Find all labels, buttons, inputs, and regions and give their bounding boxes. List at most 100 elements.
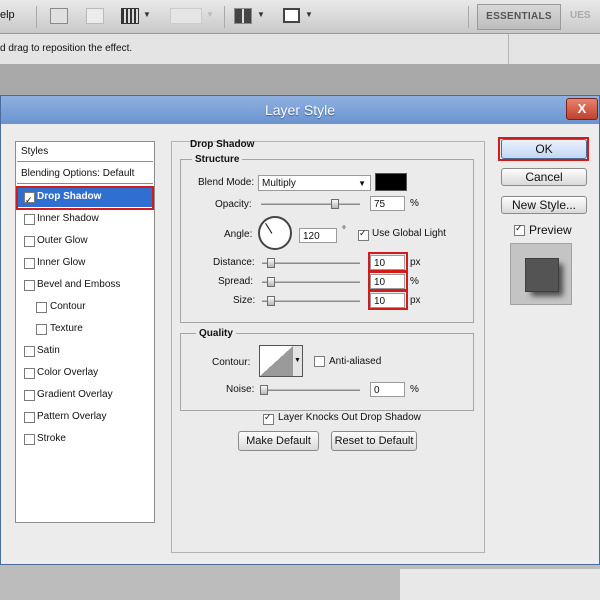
chevron-down-icon: ▼ [358,179,366,188]
contour-label: Contour: [212,357,251,368]
knocks-out-checkbox[interactable] [263,412,274,425]
spread-slider[interactable] [262,281,360,283]
mini-bridge-icon[interactable] [86,8,104,24]
bevel-emboss-checkbox[interactable] [24,280,35,291]
quality-group [180,333,474,411]
satin-checkbox[interactable] [24,346,35,357]
zoom-level-icon[interactable] [170,8,202,24]
chevron-down-icon[interactable]: ▼ [257,10,265,19]
arrange-documents-icon[interactable] [234,8,252,24]
distance-unit: px [410,257,421,268]
style-preview-thumbnail [510,243,572,305]
styles-item-inner-glow[interactable]: Inner Glow [17,253,153,273]
noise-label: Noise: [226,384,255,395]
size-label: Size: [233,295,256,306]
noise-slider[interactable] [262,389,360,391]
blend-mode-value: Multiply [262,178,296,189]
distance-slider-knob[interactable] [267,258,275,268]
inner-shadow-checkbox[interactable] [24,214,35,225]
preview-checkbox[interactable] [514,223,525,236]
launch-bridge-icon[interactable] [50,8,68,24]
color-overlay-checkbox[interactable] [24,368,35,379]
reset-to-default-button[interactable]: Reset to Default [331,431,417,451]
styles-item-stroke[interactable]: Stroke [17,429,153,449]
use-global-light-label: Use Global Light [372,228,446,239]
contour-checkbox[interactable] [36,302,47,313]
styles-item-gradient-overlay[interactable]: Gradient Overlay [17,385,153,405]
options-bar: d drag to reposition the effect. [0,34,600,65]
toolbar-divider [36,6,37,28]
size-slider[interactable] [262,300,360,302]
noise-input[interactable]: 0 [370,382,405,397]
styles-item-pattern-overlay[interactable]: Pattern Overlay [17,407,153,427]
outer-glow-checkbox[interactable] [24,236,35,247]
stroke-checkbox[interactable] [24,434,35,445]
dialog-title-bar[interactable]: Layer Style X [1,96,599,124]
spread-label: Spread: [218,276,254,287]
dialog-title: Layer Style [264,102,336,118]
angle-input[interactable]: 120 [299,228,337,243]
styles-item-label: Inner Glow [37,257,86,268]
section-title: Drop Shadow [190,139,255,150]
size-slider-knob[interactable] [267,296,275,306]
workspace-background [0,65,600,97]
toolbar-divider [224,6,225,28]
chevron-down-icon[interactable]: ▼ [305,10,313,19]
styles-item-label: Outer Glow [37,235,88,246]
chevron-down-icon[interactable]: ▼ [143,10,151,19]
chevron-down-icon[interactable]: ▼ [293,345,303,377]
styles-item-inner-shadow[interactable]: Inner Shadow [17,209,153,229]
structure-title: Structure [192,154,243,165]
workspace-next-button[interactable]: UES [570,4,591,28]
styles-item-bevel-emboss[interactable]: Bevel and Emboss [17,275,153,295]
contour-preview[interactable] [259,345,294,377]
styles-item-color-overlay[interactable]: Color Overlay [17,363,153,383]
workspace-essentials-button[interactable]: ESSENTIALS [477,4,561,30]
opacity-label: Opacity: [215,199,252,210]
styles-item-label: Stroke [37,433,66,444]
opacity-input[interactable]: 75 [370,196,405,211]
angle-label: Angle: [224,229,253,240]
distance-slider[interactable] [262,262,360,264]
styles-item-label: Gradient Overlay [37,389,113,400]
preview-square [525,258,559,292]
distance-label: Distance: [213,257,255,268]
use-global-light-checkbox[interactable] [358,228,369,241]
close-button[interactable]: X [566,98,598,120]
knocks-out-label: Layer Knocks Out Drop Shadow [278,412,421,423]
angle-dial[interactable] [258,216,292,250]
styles-header[interactable]: Styles [17,142,153,162]
view-extras-icon[interactable] [121,8,139,24]
styles-item-label: Bevel and Emboss [37,279,121,290]
spread-unit: % [410,276,419,287]
noise-slider-knob[interactable] [260,385,268,395]
blend-mode-select[interactable]: Multiply ▼ [258,175,371,191]
cancel-button[interactable]: Cancel [501,168,587,186]
anti-aliased-checkbox[interactable] [314,356,325,367]
styles-item-outer-glow[interactable]: Outer Glow [17,231,153,251]
help-menu[interactable]: elp [0,9,15,21]
make-default-button[interactable]: Make Default [238,431,319,451]
opacity-slider[interactable] [261,203,360,205]
anti-aliased-label: Anti-aliased [329,356,382,367]
options-divider [508,34,509,64]
gradient-overlay-checkbox[interactable] [24,390,35,401]
texture-checkbox[interactable] [36,324,47,335]
preview-label: Preview [529,223,572,237]
size-unit: px [410,295,421,306]
shadow-color-swatch[interactable] [375,173,407,191]
styles-item-label: Color Overlay [37,367,99,378]
pattern-overlay-checkbox[interactable] [24,412,35,423]
noise-unit: % [410,384,419,395]
spread-slider-knob[interactable] [267,277,275,287]
screen-mode-icon[interactable] [283,8,300,23]
styles-item-texture[interactable]: Texture [17,319,153,339]
styles-item-contour[interactable]: Contour [17,297,153,317]
styles-item-blending-options[interactable]: Blending Options: Default [17,164,153,184]
styles-item-satin[interactable]: Satin [17,341,153,361]
styles-item-label: Texture [50,323,83,334]
drop-shadow-panel: Drop Shadow Structure Blend Mode: Multip… [171,139,485,553]
opacity-slider-knob[interactable] [331,199,340,209]
inner-glow-checkbox[interactable] [24,258,35,269]
new-style-button[interactable]: New Style... [501,196,587,214]
